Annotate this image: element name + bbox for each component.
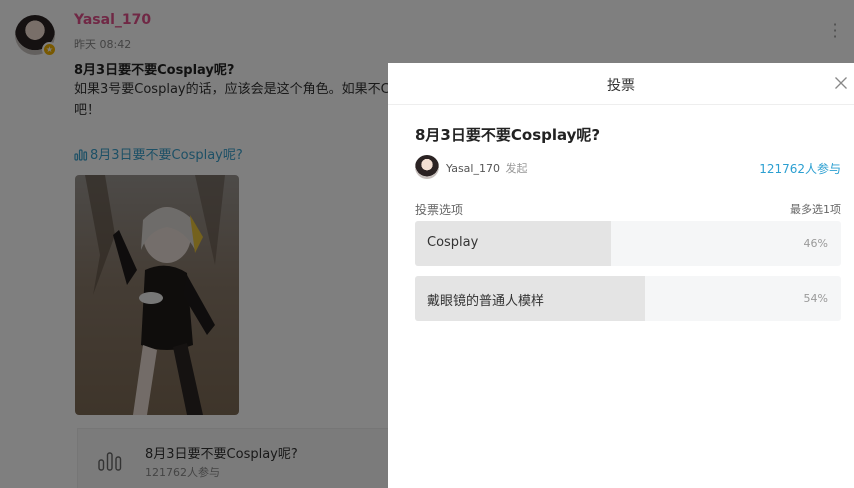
modal-title: 投票: [607, 78, 635, 94]
participant-count: 121762人参与: [759, 162, 841, 176]
author-name[interactable]: Yasal_170: [446, 162, 500, 175]
poll-option-cosplay[interactable]: Cosplay 46%: [415, 221, 841, 266]
close-icon[interactable]: [834, 76, 848, 90]
option-label: 戴眼镜的普通人模样: [427, 294, 545, 309]
poll-option-glasses[interactable]: 戴眼镜的普通人模样 54%: [415, 276, 841, 321]
options-label: 投票选项: [415, 203, 464, 217]
option-percent: 46%: [803, 237, 828, 250]
options-limit: 最多选1项: [790, 203, 841, 216]
site-watermark: 17173.com: [718, 456, 851, 480]
option-percent: 54%: [803, 292, 828, 305]
option-label: Cosplay: [427, 235, 479, 250]
vote-modal: 投票 8月3日要不要Cosplay呢? Yasal_170 发起 121762人…: [388, 63, 854, 488]
avatar[interactable]: [415, 155, 439, 179]
modal-header: 投票: [388, 63, 854, 105]
author-role: 发起: [505, 162, 528, 175]
poll-author: Yasal_170 发起: [446, 160, 527, 176]
poll-question: 8月3日要不要Cosplay呢?: [415, 126, 601, 144]
